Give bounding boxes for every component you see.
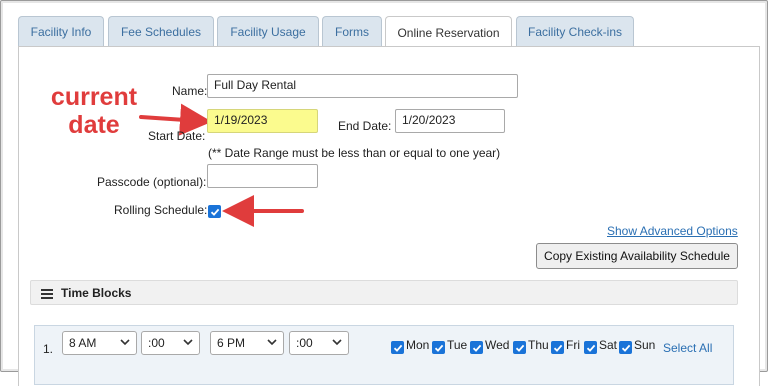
passcode-label: Passcode (optional):: [97, 175, 207, 189]
day-label-mon: Mon: [406, 338, 430, 352]
day-label-fri: Fri: [566, 338, 580, 352]
day-checkbox-tue[interactable]: [432, 341, 445, 354]
date-range-note: (** Date Range must be less than or equa…: [208, 146, 501, 160]
chevron-down-icon: [183, 339, 193, 346]
start-minute-select[interactable]: :00: [141, 331, 200, 355]
day-checkbox-fri[interactable]: [551, 341, 564, 354]
show-advanced-options-link[interactable]: Show Advanced Options: [607, 224, 738, 238]
start-date-input[interactable]: 1/19/2023: [207, 109, 318, 133]
end-minute-select[interactable]: :00: [289, 331, 349, 355]
passcode-input[interactable]: [207, 164, 318, 188]
rolling-schedule-label: Rolling Schedule:: [114, 203, 208, 217]
day-label-sat: Sat: [599, 338, 618, 352]
check-icon: [621, 344, 630, 352]
end-date-input[interactable]: 1/20/2023: [395, 109, 505, 133]
check-icon: [472, 344, 481, 352]
end-date-label: End Date:: [338, 119, 392, 133]
name-input[interactable]: Full Day Rental: [207, 74, 518, 98]
day-label-wed: Wed: [485, 338, 510, 352]
time-blocks-header[interactable]: Time Blocks: [30, 280, 738, 305]
day-checkbox-sat[interactable]: [584, 341, 597, 354]
start-hour-select[interactable]: 8 AM: [62, 331, 137, 355]
start-hour-value: 8 AM: [69, 336, 97, 350]
chevron-down-icon: [332, 339, 342, 346]
check-icon: [393, 344, 402, 352]
rolling-schedule-checkbox[interactable]: [208, 205, 221, 218]
check-icon: [515, 344, 524, 352]
name-label: Name:: [172, 84, 208, 98]
check-icon: [434, 344, 443, 352]
end-hour-select[interactable]: 6 PM: [210, 331, 284, 355]
time-block-row: [34, 325, 734, 385]
end-hour-value: 6 PM: [217, 336, 246, 350]
time-blocks-title: Time Blocks: [61, 286, 132, 300]
day-checkbox-mon[interactable]: [391, 341, 404, 354]
start-date-label: Start Date:: [148, 129, 206, 143]
chevron-down-icon: [120, 339, 130, 346]
arrow-to-start-date: [139, 103, 212, 136]
time-block-number: 1.: [43, 342, 54, 356]
day-label-thu: Thu: [528, 338, 549, 352]
day-label-tue: Tue: [447, 338, 468, 352]
day-label-sun: Sun: [634, 338, 656, 352]
day-checkbox-thu[interactable]: [513, 341, 526, 354]
copy-availability-schedule-button[interactable]: Copy Existing Availability Schedule: [536, 243, 738, 269]
check-icon: [586, 344, 595, 352]
select-all-days-link[interactable]: Select All: [663, 341, 712, 355]
list-icon: [41, 289, 53, 299]
day-checkbox-sun[interactable]: [619, 341, 632, 354]
start-minute-value: :00: [148, 336, 165, 350]
check-icon: [210, 208, 219, 216]
day-checkbox-wed[interactable]: [470, 341, 483, 354]
check-icon: [553, 344, 562, 352]
chevron-down-icon: [267, 339, 277, 346]
end-minute-value: :00: [296, 336, 313, 350]
